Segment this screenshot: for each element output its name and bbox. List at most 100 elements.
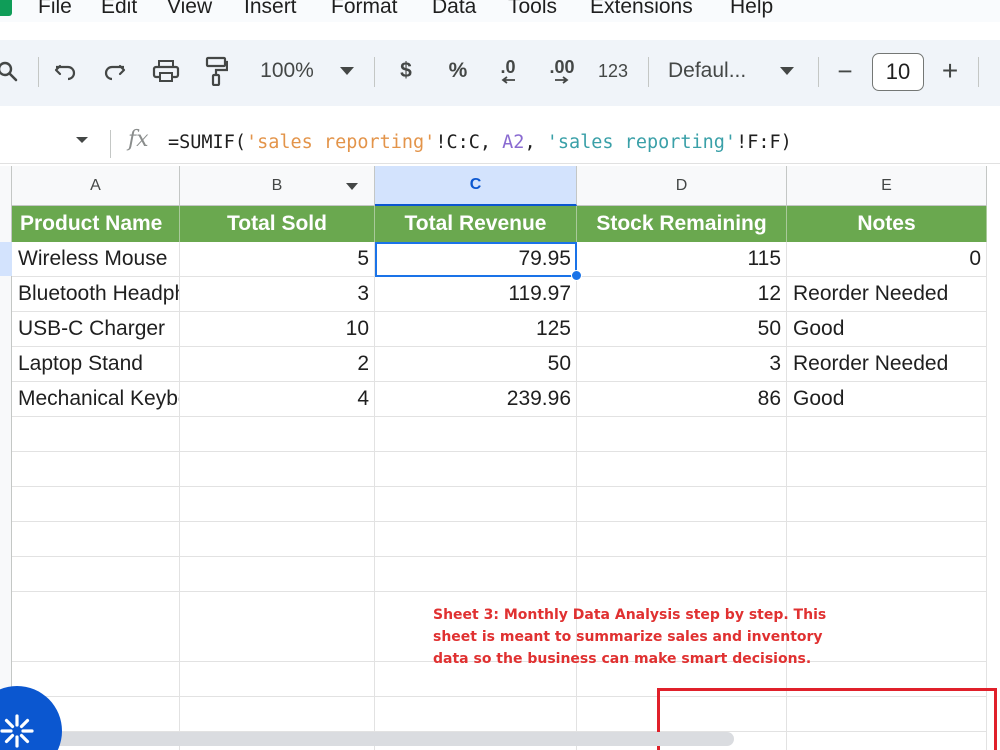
- fill-handle[interactable]: [571, 270, 582, 281]
- table-header-cell[interactable]: Total Revenue: [375, 206, 577, 242]
- percent-label: %: [448, 59, 468, 82]
- formula-part: !C:C,: [435, 132, 503, 153]
- filter-dropdown-icon[interactable]: [346, 183, 358, 190]
- total-revenue-cell[interactable]: 50: [375, 347, 577, 382]
- formula-input[interactable]: =SUMIF('sales reporting'!C:C, A2, 'sales…: [168, 132, 792, 153]
- product-name-cell[interactable]: Mechanical Keyboard: [12, 382, 180, 417]
- notes-cell[interactable]: 0: [787, 242, 987, 277]
- total-revenue-cell[interactable]: 125: [375, 312, 577, 347]
- stock-remaining-cell[interactable]: 86: [577, 382, 787, 417]
- total-revenue-cell[interactable]: 79.95: [375, 242, 577, 277]
- stock-remaining-cell[interactable]: 50: [577, 312, 787, 347]
- column-header-d[interactable]: D: [577, 166, 787, 206]
- total-sold-cell[interactable]: 5: [180, 242, 375, 277]
- formula-sheet-ref: 'sales reporting': [245, 132, 436, 153]
- notes-cell[interactable]: Good: [787, 382, 987, 417]
- currency-label: $: [400, 59, 412, 82]
- grid-line: [12, 556, 987, 557]
- formula-sheet-ref: 'sales reporting': [546, 132, 737, 153]
- fx-icon: fx: [128, 127, 149, 152]
- currency-format-button[interactable]: $: [392, 50, 420, 92]
- font-size-input[interactable]: 10: [872, 53, 924, 91]
- menu-insert[interactable]: Insert: [244, 0, 297, 19]
- menu-file[interactable]: File: [38, 0, 72, 19]
- name-box-dropdown-icon[interactable]: [76, 137, 88, 143]
- redo-icon[interactable]: [100, 50, 130, 92]
- increase-font-size-button[interactable]: +: [936, 50, 964, 92]
- row-header-active[interactable]: [0, 242, 12, 276]
- column-header-a[interactable]: A: [12, 166, 180, 206]
- horizontal-scrollbar[interactable]: [40, 732, 734, 746]
- menu-tools[interactable]: Tools: [508, 0, 557, 19]
- grid-line: [12, 486, 987, 487]
- total-sold-cell[interactable]: 2: [180, 347, 375, 382]
- product-name-cell[interactable]: Laptop Stand: [12, 347, 180, 382]
- grid-line: [576, 417, 577, 750]
- column-header-e[interactable]: E: [787, 166, 987, 206]
- product-name-cell[interactable]: Wireless Mouse: [12, 242, 180, 277]
- sparkle-icon: [0, 714, 34, 748]
- menu-edit[interactable]: Edit: [101, 0, 137, 19]
- toolbar-divider: [978, 57, 979, 87]
- table-header-cell[interactable]: Stock Remaining: [577, 206, 787, 242]
- menu-help[interactable]: Help: [730, 0, 773, 19]
- toolbar-divider: [648, 57, 649, 87]
- notes-cell[interactable]: Reorder Needed: [787, 277, 987, 312]
- formula-bar-divider: [110, 130, 111, 158]
- zoom-value: 100%: [260, 59, 314, 82]
- table-header-cell[interactable]: Product Name: [12, 206, 180, 242]
- notes-cell[interactable]: Good: [787, 312, 987, 347]
- total-sold-cell[interactable]: 10: [180, 312, 375, 347]
- grid-line: [179, 417, 180, 750]
- zoom-select[interactable]: 100%: [254, 50, 320, 92]
- formula-part: ,: [524, 132, 547, 153]
- paint-format-icon[interactable]: [202, 50, 230, 92]
- sheets-logo-icon[interactable]: [0, 0, 12, 16]
- toolbar-divider: [818, 57, 819, 87]
- number-format-button[interactable]: 123: [596, 50, 630, 92]
- stock-remaining-cell[interactable]: 3: [577, 347, 787, 382]
- formula-cell-ref: A2: [502, 132, 525, 153]
- toolbar-divider: [38, 57, 39, 87]
- print-icon[interactable]: [150, 50, 182, 92]
- plus-icon: +: [941, 55, 959, 86]
- notes-cell[interactable]: Reorder Needed: [787, 347, 987, 382]
- menu-data[interactable]: Data: [432, 0, 476, 19]
- menu-view[interactable]: View: [167, 0, 212, 19]
- table-header-cell[interactable]: Notes: [787, 206, 987, 242]
- toolbar: 100% $ % .0 .00 123 Defaul... − +: [0, 40, 1000, 106]
- stock-remaining-cell[interactable]: 115: [577, 242, 787, 277]
- stock-remaining-cell[interactable]: 12: [577, 277, 787, 312]
- chevron-down-icon[interactable]: [338, 50, 356, 92]
- column-header-label: B: [271, 176, 283, 194]
- percent-format-button[interactable]: %: [444, 50, 472, 92]
- column-header-b[interactable]: B: [180, 166, 375, 206]
- increase-decimal-button[interactable]: .00: [542, 50, 582, 92]
- undo-icon[interactable]: [50, 50, 80, 92]
- toolbar-divider: [374, 57, 375, 87]
- minus-icon: −: [837, 55, 853, 86]
- search-icon[interactable]: [0, 50, 22, 92]
- decrease-font-size-button[interactable]: −: [832, 50, 858, 92]
- increase-decimal-label: .00: [549, 57, 575, 77]
- total-sold-cell[interactable]: 3: [180, 277, 375, 312]
- product-name-cell[interactable]: USB-C Charger: [12, 312, 180, 347]
- menu-extensions[interactable]: Extensions: [590, 0, 693, 19]
- font-select[interactable]: Defaul...: [668, 50, 764, 92]
- arrow-right-icon: [555, 76, 569, 84]
- formula-part: =SUMIF(: [168, 132, 246, 153]
- menu-format[interactable]: Format: [331, 0, 398, 19]
- font-name: Defaul...: [668, 59, 747, 82]
- spreadsheet-grid[interactable]: A B C D E Product Name Total Sold Total …: [0, 166, 1000, 750]
- total-revenue-cell[interactable]: 239.96: [375, 382, 577, 417]
- chevron-down-icon[interactable]: [778, 50, 796, 92]
- arrow-left-icon: [501, 76, 515, 84]
- table-header-cell[interactable]: Total Sold: [180, 206, 375, 242]
- formula-part: !F:F): [736, 132, 792, 153]
- grid-line: [374, 417, 375, 750]
- total-revenue-cell[interactable]: 119.97: [375, 277, 577, 312]
- total-sold-cell[interactable]: 4: [180, 382, 375, 417]
- column-header-c[interactable]: C: [375, 166, 577, 206]
- product-name-cell[interactable]: Bluetooth Headphones: [12, 277, 180, 312]
- decrease-decimal-button[interactable]: .0: [490, 50, 526, 92]
